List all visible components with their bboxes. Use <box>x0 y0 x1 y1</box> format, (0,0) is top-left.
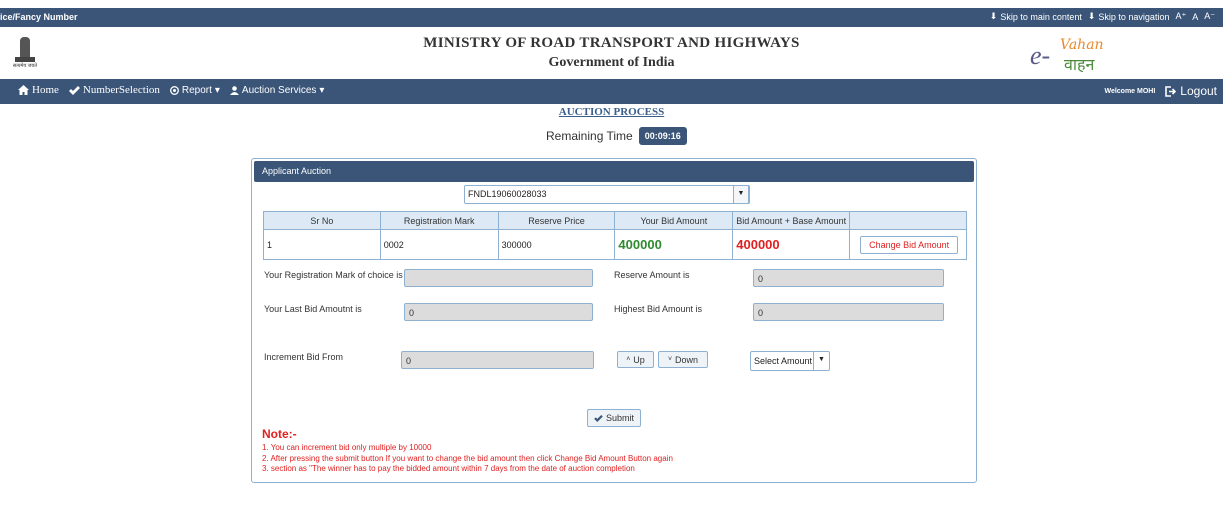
select-amount-label: Select Amount <box>754 356 813 366</box>
skip-nav-link[interactable]: ⬇ Skip to navigation <box>1088 11 1170 22</box>
highest-bid-field[interactable]: 0 <box>753 303 944 321</box>
up-button[interactable]: ˄ Up <box>617 351 654 368</box>
increment-bid-label: Increment Bid From <box>264 352 344 362</box>
top-bar-title: ice/Fancy Number <box>0 12 78 22</box>
table-row: 1 0002 300000 400000 400000 Change Bid A… <box>263 229 967 260</box>
caret-down-icon[interactable]: ▼ <box>813 351 829 371</box>
note-item: 2. After pressing the submit button If y… <box>262 453 673 463</box>
skip-nav-label: Skip to navigation <box>1098 11 1170 22</box>
main-navigation: Home NumberSelection Report ▾ Auction Se… <box>0 79 1223 104</box>
logo-vahan: Vahan <box>1060 37 1104 53</box>
cell-sr-no: 1 <box>263 229 381 260</box>
nav-home-label: Home <box>32 84 59 96</box>
last-bid-label: Your Last Bid Amoutnt is <box>264 304 362 314</box>
submit-button[interactable]: Submit <box>587 409 641 427</box>
nav-report-label: Report <box>181 84 212 96</box>
chevron-down-icon: ˅ <box>667 356 673 363</box>
arrow-down-icon: ⬇ <box>989 11 998 21</box>
col-bid-plus-base: Bid Amount + Base Amount <box>732 211 851 230</box>
logo-e: e- <box>1030 41 1051 70</box>
up-label: Up <box>633 354 645 365</box>
font-increase-button[interactable]: A⁺ <box>1175 11 1186 22</box>
cell-action: Change Bid Amount <box>849 229 967 260</box>
col-sr-no: Sr No <box>263 211 381 230</box>
cell-reserve-price: 300000 <box>497 229 616 260</box>
note-title: Note:- <box>262 427 297 441</box>
logo-vahan-hindi: वाहन <box>1064 55 1095 74</box>
nav-number-selection-label: NumberSelection <box>82 84 160 96</box>
evahan-logo: e- Vahan वाहन <box>1030 35 1120 75</box>
select-amount-dropdown[interactable]: Select Amount ▼ <box>750 351 830 371</box>
caret-down-icon: ▾ <box>214 84 220 96</box>
check-icon <box>68 85 80 95</box>
logout-icon <box>1165 85 1177 97</box>
home-icon <box>18 85 29 95</box>
down-button[interactable]: ˅ Down <box>658 351 708 368</box>
application-number-value: FNDL19060028033 <box>468 189 547 199</box>
reg-mark-field[interactable] <box>404 269 593 287</box>
user-icon <box>229 85 239 95</box>
site-header: सत्यमेव जयते MINISTRY OF ROAD TRANSPORT … <box>0 27 1223 79</box>
arrow-down-icon: ⬇ <box>1087 11 1096 21</box>
nav-report[interactable]: Report ▾ <box>169 84 220 96</box>
skip-main-link[interactable]: ⬇ Skip to main content <box>990 11 1082 22</box>
cell-your-bid: 400000 <box>614 229 734 260</box>
col-registration-mark: Registration Mark <box>379 211 499 230</box>
caret-down-icon: ▾ <box>319 84 325 96</box>
highest-bid-label: Highest Bid Amount is <box>614 304 703 314</box>
last-bid-field[interactable]: 0 <box>404 303 593 321</box>
note-item: 3. section as "The winner has to pay the… <box>262 464 635 473</box>
logout-label: Logout <box>1180 84 1217 98</box>
note-item: 1. You can increment bid only multiple b… <box>262 443 432 452</box>
nav-auction-services-label: Auction Services <box>241 84 317 96</box>
font-decrease-button[interactable]: A⁻ <box>1204 11 1215 22</box>
note-list: 1. You can increment bid only multiple b… <box>262 443 673 475</box>
application-number-select[interactable]: FNDL19060028033 ▼ <box>464 185 750 204</box>
font-normal-button[interactable]: A <box>1192 12 1198 22</box>
reserve-amount-field[interactable]: 0 <box>753 269 944 287</box>
col-action <box>849 211 967 230</box>
chevron-down-icon[interactable]: ▼ <box>733 185 749 204</box>
bid-table: Sr No Registration Mark Reserve Price Yo… <box>263 211 967 260</box>
reserve-amount-label: Reserve Amount is <box>614 270 690 280</box>
remaining-time-value: 00:09:16 <box>638 127 687 145</box>
table-header-row: Sr No Registration Mark Reserve Price Yo… <box>263 211 967 230</box>
top-utility-bar: ice/Fancy Number ⬇ Skip to main content ⬇… <box>0 8 1223 27</box>
increment-bid-field[interactable]: 0 <box>401 351 594 369</box>
circle-report-icon <box>169 85 179 95</box>
submit-label: Submit <box>605 413 634 423</box>
check-icon <box>594 414 603 422</box>
logout-button[interactable]: Logout <box>1165 84 1217 98</box>
applicant-auction-panel: Applicant Auction FNDL19060028033 ▼ Sr N… <box>251 158 977 483</box>
reg-mark-label: Your Registration Mark of choice is <box>264 270 403 280</box>
skip-main-label: Skip to main content <box>1000 11 1082 22</box>
panel-title: Applicant Auction <box>254 161 974 182</box>
change-bid-amount-button[interactable]: Change Bid Amount <box>860 235 959 254</box>
col-reserve-price: Reserve Price <box>497 211 616 230</box>
cell-registration-mark: 0002 <box>379 229 499 260</box>
nav-home[interactable]: Home <box>18 84 59 96</box>
nav-auction-services[interactable]: Auction Services ▾ <box>229 84 325 96</box>
accessibility-links: ⬇ Skip to main content ⬇ Skip to navigatio… <box>990 11 1215 22</box>
welcome-text: Welcome MOHI <box>1104 87 1156 95</box>
down-label: Down <box>675 354 699 365</box>
nav-number-selection[interactable]: NumberSelection <box>68 84 160 96</box>
remaining-time: Remaining Time 00:09:16 <box>546 127 687 145</box>
col-your-bid: Your Bid Amount <box>614 211 734 230</box>
remaining-time-label: Remaining Time <box>546 129 633 143</box>
chevron-up-icon: ˄ <box>626 356 631 363</box>
cell-bid-plus-base: 400000 <box>732 229 851 260</box>
auction-process-heading: AUCTION PROCESS <box>558 106 665 118</box>
